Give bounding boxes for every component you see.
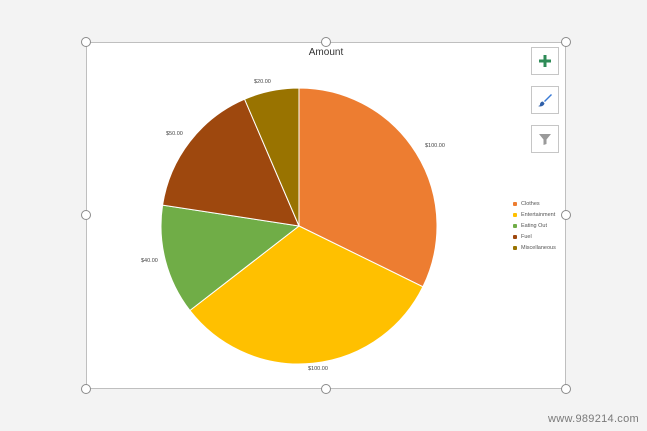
legend-item: Eating Out: [513, 220, 556, 231]
legend-item: Miscellaneous: [513, 242, 556, 253]
legend-label: Entertainment: [521, 211, 556, 218]
chart-elements-button[interactable]: [531, 47, 559, 75]
chart-styles-button[interactable]: [531, 86, 559, 114]
chart-filters-button[interactable]: [531, 125, 559, 153]
plus-icon: [539, 55, 551, 67]
chart-legend: Clothes Entertainment Eating Out Fuel Mi…: [513, 198, 556, 253]
legend-label: Fuel: [521, 233, 532, 240]
data-label: $40.00: [141, 258, 158, 264]
legend-item: Fuel: [513, 231, 556, 242]
data-label: $100.00: [308, 366, 328, 372]
watermark: www.989214.com: [547, 413, 639, 425]
legend-item: Entertainment: [513, 209, 556, 220]
data-label: $20.00: [254, 79, 271, 85]
legend-item: Clothes: [513, 198, 556, 209]
legend-label: Clothes: [521, 200, 540, 207]
legend-label: Eating Out: [521, 222, 547, 229]
legend-swatch: [513, 212, 517, 217]
legend-swatch: [513, 234, 517, 239]
filter-icon: [539, 134, 551, 145]
data-label: $100.00: [425, 143, 445, 149]
legend-label: Miscellaneous: [521, 244, 556, 251]
legend-swatch: [513, 245, 517, 250]
legend-swatch: [513, 223, 517, 228]
brush-icon: [538, 94, 552, 107]
legend-swatch: [513, 201, 517, 206]
data-label: $50.00: [166, 131, 183, 137]
